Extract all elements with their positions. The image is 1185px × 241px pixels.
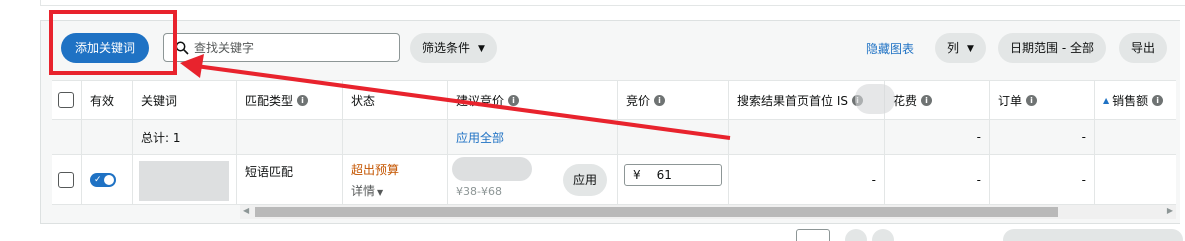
header-orders[interactable]: 订单 i	[990, 81, 1095, 119]
info-icon[interactable]: i	[1152, 94, 1164, 106]
table-row: ✓ 短语匹配 超出预算 详情 ▼ ¥38-¥68 应用 ¥61 - - -	[52, 155, 1176, 205]
suggested-bid-range: ¥38-¥68	[456, 185, 502, 198]
total-spend: -	[885, 120, 990, 154]
match-type-value: 短语匹配	[245, 165, 294, 179]
info-icon[interactable]: i	[297, 94, 309, 106]
total-cell-blank	[237, 120, 343, 154]
total-row: 总计: 1 应用全部 - -	[52, 120, 1176, 155]
header-top-of-search-is-label: 搜索结果首页首位 IS	[737, 93, 848, 108]
redacted-overlay	[855, 84, 895, 114]
row-bid-cell: ¥61	[618, 155, 729, 204]
header-bid[interactable]: 竞价 i	[618, 81, 729, 119]
prev-page-button[interactable]	[845, 229, 867, 241]
row-status-cell: 超出预算 详情 ▼	[343, 155, 448, 204]
info-icon[interactable]: i	[508, 94, 520, 106]
select-all-cell	[52, 81, 82, 119]
header-keyword[interactable]: 关键词	[133, 81, 237, 119]
columns-label: 列	[947, 41, 960, 55]
info-icon[interactable]: i	[654, 94, 666, 106]
info-icon[interactable]: i	[921, 94, 933, 106]
total-count-label: 总计: 1	[141, 130, 181, 145]
header-match-type-label: 匹配类型	[245, 93, 294, 108]
header-enabled-label: 有效	[90, 93, 115, 108]
filter-label: 筛选条件	[422, 41, 471, 55]
row-orders-cell: -	[990, 155, 1095, 204]
page-number-input[interactable]	[796, 229, 830, 241]
header-spend[interactable]: 花费 i	[885, 81, 990, 119]
columns-button[interactable]: 列 ▼	[935, 33, 986, 63]
arrow-right-icon[interactable]: ▶	[1167, 206, 1173, 215]
next-page-button[interactable]	[872, 229, 894, 241]
total-count: 总计: 1	[133, 120, 237, 154]
header-enabled[interactable]: 有效	[82, 81, 133, 119]
header-status[interactable]: 状态	[343, 81, 448, 119]
arrow-left-icon[interactable]: ◀	[243, 206, 249, 215]
export-button[interactable]: 导出	[1119, 33, 1168, 63]
spend-value: -	[976, 172, 981, 187]
header-bid-label: 竞价	[626, 93, 651, 108]
status-detail-label: 详情	[351, 183, 376, 198]
header-keyword-label: 关键词	[141, 93, 178, 108]
top-divider	[40, 0, 1185, 6]
header-suggested-bid-label: 建议竞价	[456, 93, 505, 108]
total-spend-value: -	[976, 130, 981, 144]
scrollbar-thumb[interactable]	[255, 207, 1058, 217]
total-cell-blank	[618, 120, 729, 154]
row-top-of-search-cell: -	[729, 155, 885, 204]
bid-input[interactable]: ¥61	[624, 164, 722, 186]
row-sales-cell	[1095, 155, 1176, 204]
apply-all-cell: 应用全部	[448, 120, 618, 154]
total-orders: -	[990, 120, 1095, 154]
search-field[interactable]	[163, 33, 400, 62]
row-keyword-cell	[133, 155, 237, 204]
redacted-suggested-bid	[452, 157, 532, 181]
sort-ascending-icon: ▲	[1103, 95, 1110, 105]
apply-bid-button[interactable]: 应用	[563, 164, 607, 196]
redacted-keyword	[139, 161, 229, 201]
total-cell-blank	[52, 120, 82, 154]
enabled-toggle[interactable]: ✓	[90, 172, 116, 187]
header-status-label: 状态	[351, 93, 376, 108]
caret-down-icon: ▼	[377, 187, 384, 197]
toggle-knob	[104, 174, 114, 185]
header-sales[interactable]: ▲ 销售额 i	[1095, 81, 1176, 119]
header-spend-label: 花费	[893, 93, 918, 108]
status-detail-toggle[interactable]: 详情 ▼	[351, 182, 383, 199]
total-cell-blank	[729, 120, 885, 154]
info-icon[interactable]: i	[1026, 94, 1038, 106]
annotation-highlight-box	[49, 10, 177, 75]
currency-symbol: ¥	[633, 168, 641, 182]
row-enabled-cell: ✓	[82, 155, 133, 204]
hide-chart-link[interactable]: 隐藏图表	[866, 40, 914, 57]
bid-value: 61	[656, 168, 672, 182]
search-input[interactable]	[194, 38, 394, 58]
chevron-down-icon: ▼	[478, 44, 485, 54]
header-orders-label: 订单	[998, 93, 1023, 108]
total-cell-blank	[343, 120, 448, 154]
table-header-row: 有效 关键词 匹配类型i 状态 建议竞价i 竞价i 搜索结果首页首位 ISi 花…	[52, 80, 1176, 120]
page-size-dropdown[interactable]	[1003, 229, 1183, 241]
orders-value: -	[1081, 172, 1086, 187]
apply-all-link[interactable]: 应用全部	[456, 129, 504, 146]
horizontal-scrollbar[interactable]: ◀ ▶	[240, 205, 1176, 219]
status-value: 超出预算	[351, 162, 400, 177]
header-sales-label: 销售额	[1112, 93, 1149, 108]
date-range-button[interactable]: 日期范围 - 全部	[998, 33, 1106, 63]
total-cell-blank	[82, 120, 133, 154]
search-icon	[175, 41, 189, 55]
row-select-cell	[52, 155, 82, 204]
row-match-type-cell: 短语匹配	[237, 155, 343, 204]
header-match-type[interactable]: 匹配类型 i	[237, 81, 343, 119]
row-checkbox[interactable]	[58, 171, 74, 188]
total-orders-value: -	[1081, 130, 1086, 144]
header-suggested-bid[interactable]: 建议竞价 i	[448, 81, 618, 119]
total-cell-blank	[1095, 120, 1176, 154]
row-suggested-bid-cell: ¥38-¥68 应用	[448, 155, 618, 204]
select-all-checkbox[interactable]	[58, 92, 74, 108]
row-spend-cell: -	[885, 155, 990, 204]
top-of-search-value: -	[871, 172, 876, 187]
filter-button[interactable]: 筛选条件 ▼	[410, 33, 497, 63]
chevron-down-icon: ▼	[967, 44, 974, 54]
toggle-check-icon: ✓	[94, 174, 102, 185]
